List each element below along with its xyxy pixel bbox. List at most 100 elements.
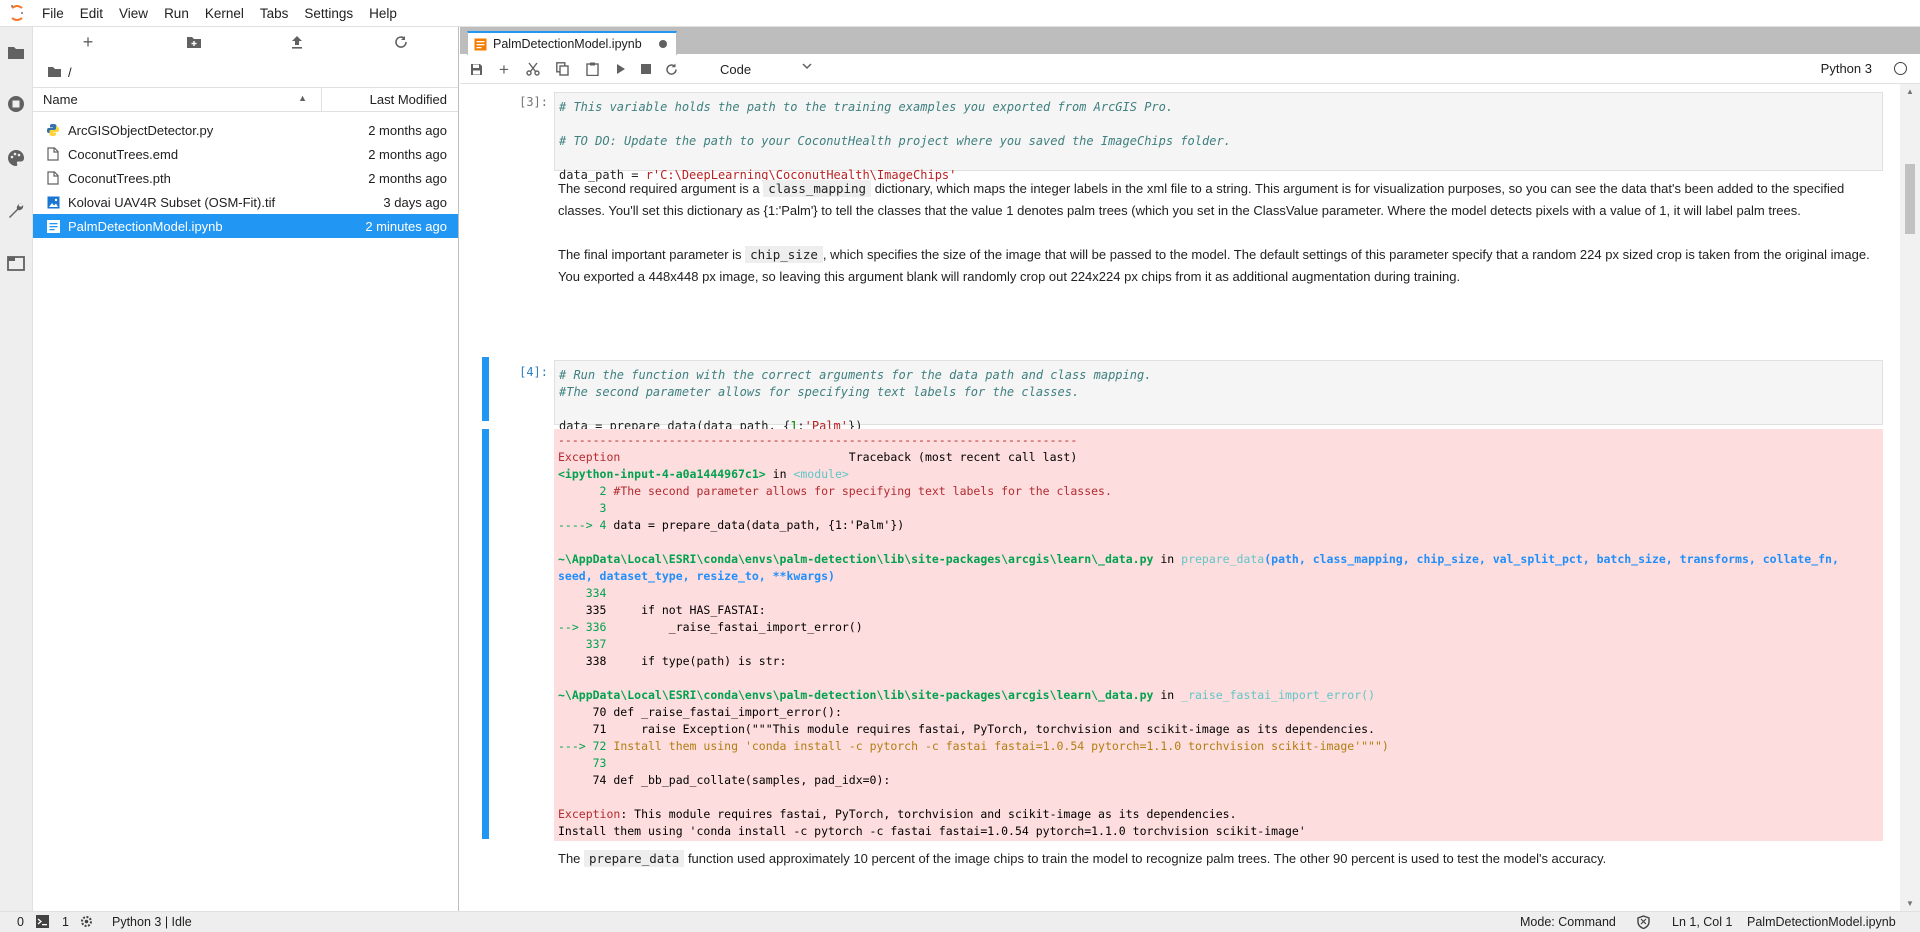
cut-button[interactable] (523, 59, 543, 79)
copy-button[interactable] (552, 59, 572, 79)
chevron-down-icon (802, 63, 812, 70)
palette-icon[interactable] (5, 147, 27, 169)
cell-prompt: [4]: (519, 365, 548, 379)
restart-icon (665, 63, 677, 75)
insert-cell-button[interactable]: + (494, 59, 514, 79)
play-icon (617, 64, 625, 74)
scroll-up-icon[interactable]: ▲ (1906, 87, 1914, 96)
new-launcher-button[interactable]: + (76, 31, 100, 53)
markdown-cell[interactable]: The prepare_data function used approxima… (558, 848, 1878, 870)
plus-icon: + (82, 31, 94, 52)
kernel-name[interactable]: Python 3 (1821, 61, 1872, 76)
tabs-icon[interactable] (5, 252, 27, 274)
breadcrumb: / (33, 57, 458, 87)
status-count-0[interactable]: 0 (17, 915, 24, 929)
copy-icon (555, 62, 569, 76)
file-row[interactable]: Kolovai UAV4R Subset (OSM-Fit).tif 3 days… (33, 190, 458, 214)
file-modified: 2 minutes ago (365, 218, 447, 234)
wrench-icon[interactable] (5, 200, 27, 222)
interrupt-button[interactable] (636, 59, 656, 79)
menu-settings[interactable]: Settings (296, 0, 361, 27)
home-folder-icon[interactable] (47, 66, 62, 78)
shield-icon[interactable] (1637, 915, 1650, 932)
running-icon[interactable] (5, 93, 27, 115)
menu-run[interactable]: Run (156, 0, 197, 27)
scroll-down-icon[interactable]: ▼ (1906, 899, 1914, 908)
save-icon (470, 63, 482, 75)
cell-prompt: [3]: (519, 95, 548, 109)
menu-bar: File Edit View Run Kernel Tabs Settings … (0, 0, 1920, 27)
new-folder-button[interactable] (182, 31, 206, 53)
file-name: CoconutTrees.emd (68, 146, 179, 162)
kernel-status[interactable]: Python 3 | Idle (112, 915, 192, 929)
file-browser-toolbar: + (33, 27, 458, 57)
file-modified: 2 months ago (368, 170, 447, 186)
python-file-icon (41, 118, 65, 142)
upload-button[interactable] (285, 31, 309, 53)
file-icon (41, 166, 65, 190)
active-output-indicator (482, 429, 489, 839)
folder-icon[interactable] (5, 41, 27, 63)
refresh-button[interactable] (389, 31, 413, 53)
new-folder-icon (187, 36, 201, 48)
error-output[interactable]: ----------------------------------------… (554, 429, 1883, 841)
modified-column-header[interactable]: Last Modified (322, 92, 458, 107)
status-filename: PalmDetectionModel.ipynb (1747, 915, 1896, 929)
paste-icon (585, 62, 599, 76)
tab-notebook[interactable]: PalmDetectionModel.ipynb (467, 31, 677, 55)
main-area: PalmDetectionModel.ipynb + Code Python 3… (460, 27, 1920, 911)
file-modified: 3 days ago (383, 194, 447, 210)
file-name: CoconutTrees.pth (68, 170, 171, 186)
file-row[interactable]: ArcGISObjectDetector.py 2 months ago (33, 118, 458, 142)
cell-type-select[interactable]: Code (720, 58, 820, 80)
scissors-icon (526, 62, 540, 76)
file-name: Kolovai UAV4R Subset (OSM-Fit).tif (68, 194, 276, 210)
inline-code: class_mapping (763, 180, 872, 197)
menu-edit[interactable]: Edit (72, 0, 111, 27)
file-row[interactable]: CoconutTrees.pth 2 months ago (33, 166, 458, 190)
file-icon (41, 142, 65, 166)
menu-kernel[interactable]: Kernel (197, 0, 252, 27)
menu-help[interactable]: Help (361, 0, 405, 27)
file-name: PalmDetectionModel.ipynb (68, 218, 223, 234)
name-column-header[interactable]: Name ▲ (33, 88, 322, 111)
code-cell-4[interactable]: # Run the function with the correct argu… (554, 360, 1883, 433)
plus-icon: + (499, 59, 509, 79)
breadcrumb-root[interactable]: / (68, 65, 72, 80)
save-button[interactable] (466, 59, 486, 79)
file-row[interactable]: CoconutTrees.emd 2 months ago (33, 142, 458, 166)
stop-icon (641, 64, 651, 74)
left-activity-bar (0, 27, 33, 911)
restart-button[interactable] (661, 59, 681, 79)
file-name: ArcGISObjectDetector.py (68, 122, 214, 138)
markdown-cell[interactable]: The final important parameter is chip_si… (558, 244, 1878, 288)
paste-button[interactable] (582, 59, 602, 79)
menu-file[interactable]: File (34, 0, 72, 27)
notebook-scrollbar[interactable]: ▲ ▼ (1900, 84, 1920, 911)
code-cell-3[interactable]: # This variable holds the path to the tr… (554, 92, 1883, 182)
kernel-gear-icon[interactable] (80, 915, 93, 931)
unsaved-dot-icon[interactable] (659, 40, 667, 48)
status-count-1[interactable]: 1 (62, 915, 69, 929)
notebook-content: [3]: # This variable holds the path to t… (460, 84, 1900, 911)
tab-title: PalmDetectionModel.ipynb (493, 37, 642, 51)
file-modified: 2 months ago (368, 122, 447, 138)
sort-ascending-icon: ▲ (298, 93, 307, 103)
file-list: ArcGISObjectDetector.py 2 months ago Cocon… (33, 118, 458, 238)
notebook-toolbar: + Code Python 3 (460, 54, 1920, 84)
kernel-idle-icon (1894, 62, 1907, 75)
inline-code: prepare_data (584, 850, 685, 867)
terminal-icon[interactable] (36, 915, 49, 931)
scroll-thumb[interactable] (1905, 164, 1915, 234)
file-row[interactable]: PalmDetectionModel.ipynb 2 minutes ago (33, 214, 458, 238)
file-list-header: Name ▲ Last Modified (33, 87, 458, 112)
cursor-position[interactable]: Ln 1, Col 1 (1672, 915, 1732, 929)
notebook-file-icon (41, 214, 65, 238)
tab-bar: PalmDetectionModel.ipynb (460, 27, 1920, 55)
run-button[interactable] (611, 59, 631, 79)
notebook-icon (474, 38, 487, 50)
mode-indicator[interactable]: Mode: Command (1520, 915, 1616, 929)
menu-view[interactable]: View (111, 0, 156, 27)
menu-tabs[interactable]: Tabs (252, 0, 297, 27)
markdown-cell[interactable]: The second required argument is a class_… (558, 178, 1878, 222)
